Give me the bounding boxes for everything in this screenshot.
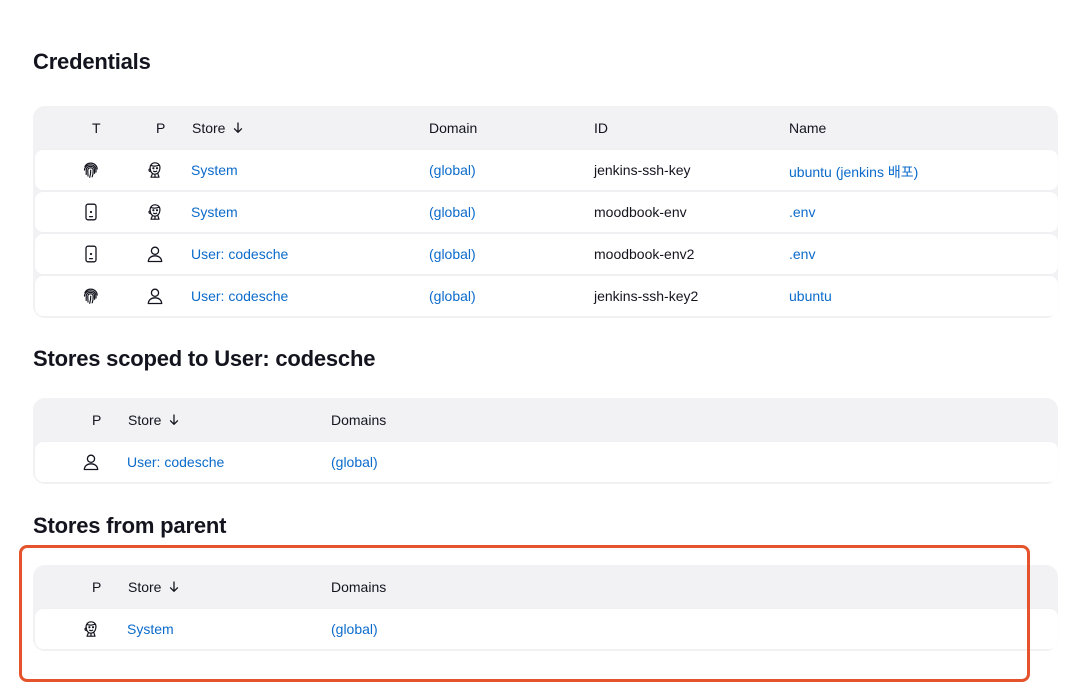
jenkins-butler-icon bbox=[148, 162, 161, 178]
fingerprint-icon bbox=[83, 288, 98, 304]
sort-down-arrow-icon bbox=[170, 581, 179, 592]
column-header-store[interactable]: Store bbox=[128, 412, 179, 428]
column-header-id[interactable]: ID bbox=[594, 120, 608, 136]
parent-stores-title: Stores from parent bbox=[33, 513, 227, 538]
store-link[interactable]: User: codesche bbox=[191, 246, 288, 262]
domains-link[interactable]: (global) bbox=[331, 621, 378, 637]
store-link[interactable]: System bbox=[191, 204, 238, 220]
domain-link[interactable]: (global) bbox=[429, 204, 476, 220]
credentials-page: Credentials T P Store Domain ID Name Sys… bbox=[0, 0, 1078, 700]
fingerprint-icon bbox=[83, 162, 98, 178]
user-stores-title: Stores scoped to User: codesche bbox=[33, 346, 376, 371]
user-stores-table: P Store Domains User: codesche (global) bbox=[33, 398, 1058, 484]
column-header-provider[interactable]: P bbox=[92, 579, 101, 595]
user-icon bbox=[83, 454, 99, 471]
table-row: System (global) jenkins-ssh-key ubuntu (… bbox=[35, 150, 1058, 190]
jenkins-butler-icon bbox=[84, 621, 97, 637]
column-header-name[interactable]: Name bbox=[789, 120, 826, 136]
credential-id: moodbook-env bbox=[594, 204, 687, 220]
table-row: User: codesche (global) jenkins-ssh-key2… bbox=[35, 276, 1058, 316]
domain-link[interactable]: (global) bbox=[429, 162, 476, 178]
user-icon bbox=[147, 246, 163, 263]
store-link[interactable]: System bbox=[127, 621, 174, 637]
table-row: User: codesche (global) moodbook-env2 .e… bbox=[35, 234, 1058, 274]
domains-link[interactable]: (global) bbox=[331, 454, 378, 470]
table-row: User: codesche (global) bbox=[35, 442, 1058, 482]
table-row: System (global) bbox=[35, 609, 1058, 649]
user-stores-table-header: P Store Domains bbox=[35, 398, 1058, 442]
domain-link[interactable]: (global) bbox=[429, 288, 476, 304]
column-header-provider[interactable]: P bbox=[156, 120, 165, 136]
user-icon bbox=[147, 288, 163, 305]
credential-name-link[interactable]: ubuntu (jenkins 배포) bbox=[789, 162, 918, 182]
mobile-device-icon bbox=[85, 245, 97, 263]
table-row: System (global) moodbook-env .env bbox=[35, 192, 1058, 232]
parent-stores-table-header: P Store Domains bbox=[35, 565, 1058, 609]
credentials-title: Credentials bbox=[33, 49, 151, 74]
credential-name-link[interactable]: .env bbox=[789, 246, 815, 262]
jenkins-butler-icon bbox=[148, 204, 161, 220]
column-header-domains[interactable]: Domains bbox=[331, 412, 386, 428]
parent-stores-table: P Store Domains System (global) bbox=[33, 565, 1058, 651]
credentials-table: T P Store Domain ID Name System (global)… bbox=[33, 106, 1058, 318]
column-header-store-label: Store bbox=[192, 120, 226, 136]
column-header-store[interactable]: Store bbox=[128, 579, 179, 595]
credentials-table-header: T P Store Domain ID Name bbox=[35, 106, 1058, 150]
column-header-domain[interactable]: Domain bbox=[429, 120, 477, 136]
credential-name-link[interactable]: .env bbox=[789, 204, 815, 220]
column-header-store[interactable]: Store bbox=[192, 120, 243, 136]
column-header-domains[interactable]: Domains bbox=[331, 579, 386, 595]
column-header-store-label: Store bbox=[128, 579, 162, 595]
column-header-store-label: Store bbox=[128, 412, 162, 428]
mobile-device-icon bbox=[85, 203, 97, 221]
sort-down-arrow-icon bbox=[234, 122, 243, 133]
credential-id: jenkins-ssh-key bbox=[594, 162, 691, 178]
column-header-provider[interactable]: P bbox=[92, 412, 101, 428]
domain-link[interactable]: (global) bbox=[429, 246, 476, 262]
store-link[interactable]: User: codesche bbox=[127, 454, 224, 470]
credential-name-link[interactable]: ubuntu bbox=[789, 288, 832, 304]
store-link[interactable]: System bbox=[191, 162, 238, 178]
store-link[interactable]: User: codesche bbox=[191, 288, 288, 304]
credential-id: jenkins-ssh-key2 bbox=[594, 288, 699, 304]
sort-down-arrow-icon bbox=[170, 414, 179, 425]
credential-id: moodbook-env2 bbox=[594, 246, 695, 262]
column-header-type[interactable]: T bbox=[92, 120, 101, 136]
